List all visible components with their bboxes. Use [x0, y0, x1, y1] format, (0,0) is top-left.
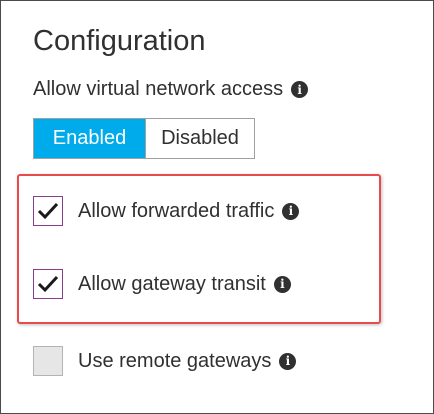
- page-title: Configuration: [33, 25, 206, 57]
- checkmark-icon: [37, 202, 59, 220]
- allow-gateway-transit-checkbox[interactable]: [33, 269, 63, 299]
- disabled-button[interactable]: Disabled: [145, 119, 254, 158]
- use-remote-gateways-row: Use remote gateways i: [33, 346, 297, 376]
- network-access-label-row: Allow virtual network access i: [33, 78, 309, 101]
- allow-forwarded-traffic-checkbox[interactable]: [33, 196, 63, 226]
- info-icon[interactable]: i: [273, 275, 291, 293]
- checkmark-icon: [37, 275, 59, 293]
- allow-gateway-transit-label: Allow gateway transit: [78, 272, 266, 295]
- info-icon[interactable]: i: [291, 81, 309, 98]
- network-access-toggle: Enabled Disabled: [33, 118, 255, 159]
- info-icon[interactable]: i: [279, 352, 297, 370]
- info-icon[interactable]: i: [282, 202, 300, 220]
- allow-forwarded-traffic-label: Allow forwarded traffic: [78, 199, 275, 222]
- use-remote-gateways-checkbox[interactable]: [33, 346, 63, 376]
- configuration-panel: Configuration Allow virtual network acce…: [0, 0, 434, 414]
- enabled-button[interactable]: Enabled: [34, 119, 145, 158]
- use-remote-gateways-label: Use remote gateways: [78, 349, 272, 372]
- allow-forwarded-traffic-row: Allow forwarded traffic i: [33, 196, 300, 226]
- allow-gateway-transit-row: Allow gateway transit i: [33, 269, 291, 299]
- network-access-label: Allow virtual network access: [33, 78, 284, 100]
